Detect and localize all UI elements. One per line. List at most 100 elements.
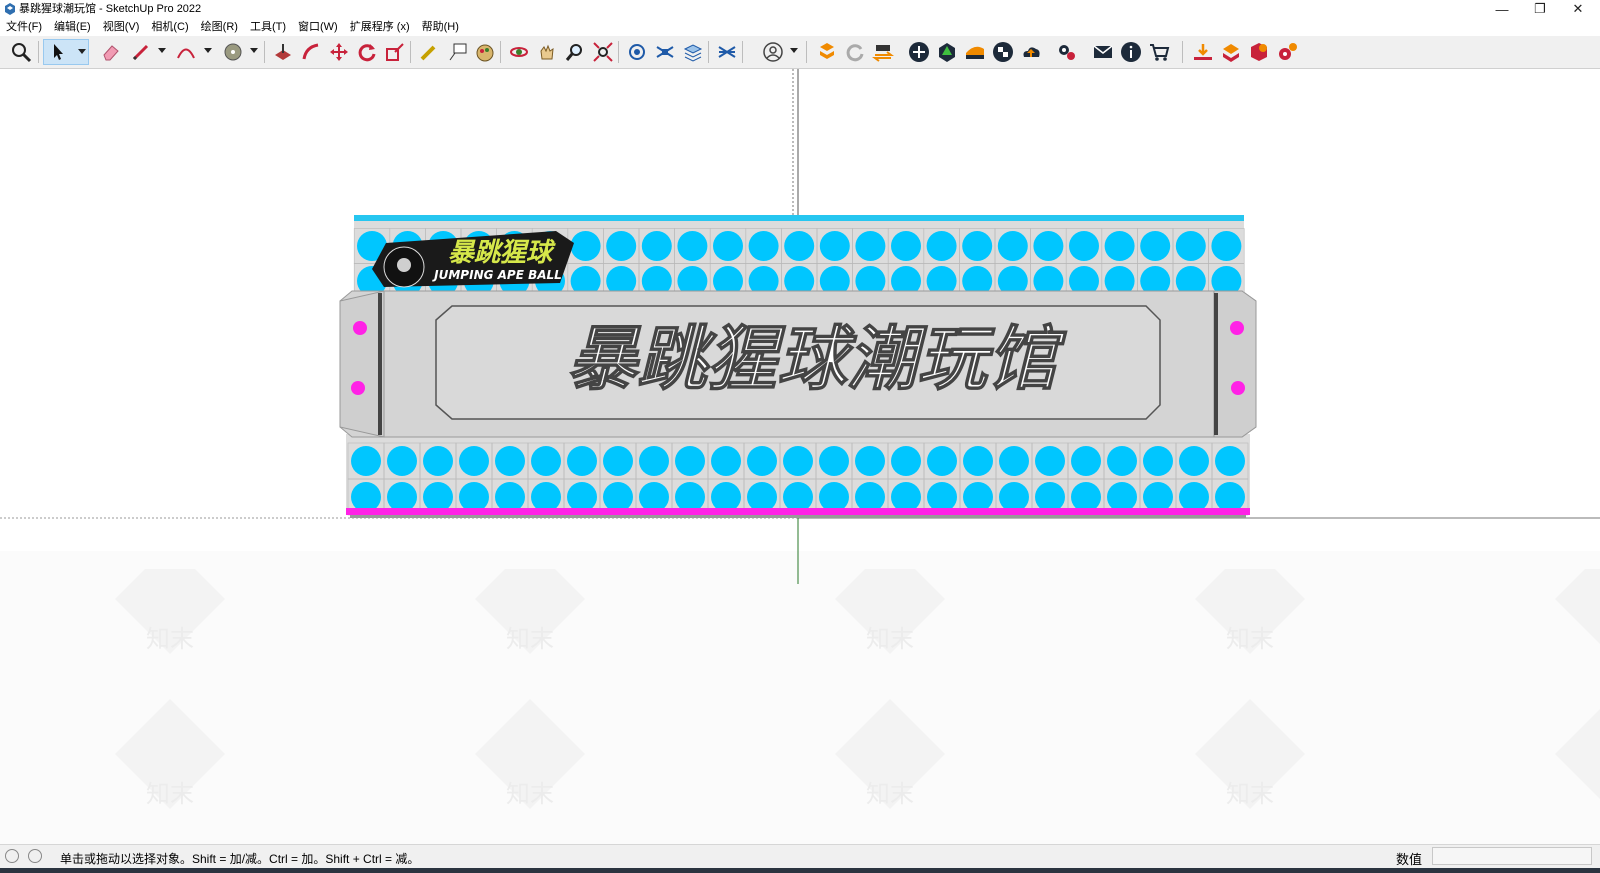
scene-canvas[interactable]: 知末 知末 知末 知末 知末 知末 知末 知末 暴跳猩球潮玩馆 暴跳猩球 JUM… bbox=[0, 69, 1600, 844]
refresh-button[interactable] bbox=[842, 39, 868, 65]
geo-location-icon[interactable] bbox=[5, 849, 19, 863]
plugin-button[interactable] bbox=[1246, 39, 1272, 65]
cyan-dot bbox=[531, 482, 561, 512]
minimize-button[interactable]: — bbox=[1484, 0, 1520, 18]
cyan-dot bbox=[1179, 482, 1209, 512]
profile-dropdown-icon[interactable] bbox=[790, 48, 798, 53]
cyan-dot bbox=[1069, 231, 1099, 261]
menu-edit[interactable]: 编辑(E) bbox=[48, 18, 97, 36]
mail-icon bbox=[1093, 45, 1113, 58]
zoom-extents-button[interactable] bbox=[590, 39, 616, 65]
model-viewport[interactable]: 知末 知末 知末 知末 知末 知末 知末 知末 暴跳猩球潮玩馆 暴跳猩球 JUM… bbox=[0, 69, 1600, 844]
menu-draw[interactable]: 绘图(R) bbox=[195, 18, 244, 36]
menu-view[interactable]: 视图(V) bbox=[97, 18, 146, 36]
cyan-dot bbox=[570, 231, 601, 261]
menu-help[interactable]: 帮助(H) bbox=[416, 18, 465, 36]
watermark-text: 知末 bbox=[146, 781, 194, 808]
arc-dropdown-icon[interactable] bbox=[204, 48, 212, 53]
scenes-icon bbox=[718, 46, 736, 58]
pencil-button[interactable] bbox=[128, 39, 154, 65]
cyan-dot bbox=[783, 446, 813, 476]
maximize-button[interactable]: ❐ bbox=[1522, 0, 1558, 18]
watermark-text: 知末 bbox=[146, 626, 194, 653]
outliner-button[interactable] bbox=[652, 39, 678, 65]
sketchup-logo-icon bbox=[5, 3, 15, 15]
styles-button[interactable] bbox=[680, 39, 706, 65]
move-button[interactable] bbox=[326, 39, 352, 65]
menu-extensions[interactable]: 扩展程序 (x) bbox=[344, 18, 416, 36]
menu-file[interactable]: 文件(F) bbox=[0, 18, 48, 36]
cyan-dot bbox=[711, 482, 741, 512]
toolbar-separator bbox=[618, 41, 619, 63]
scenes-button[interactable] bbox=[714, 39, 740, 65]
logo-title: 暴跳猩球 bbox=[448, 238, 556, 268]
profile-button[interactable] bbox=[760, 39, 786, 65]
add-button[interactable] bbox=[906, 39, 932, 65]
zoom-button[interactable] bbox=[8, 39, 34, 65]
cyan-dot bbox=[606, 231, 637, 261]
zoom-tool-button[interactable] bbox=[562, 39, 588, 65]
taskbar-strip bbox=[0, 868, 1600, 873]
signboard-model[interactable]: 暴跳猩球潮玩馆 暴跳猩球 JUMPING APE BALL bbox=[339, 215, 1257, 518]
right-upper-magenta-dot bbox=[1230, 321, 1244, 335]
info-status-icon[interactable] bbox=[28, 849, 42, 863]
cyan-dot bbox=[713, 231, 743, 261]
pencil-dropdown-icon[interactable] bbox=[158, 48, 166, 53]
settings-button[interactable] bbox=[1274, 39, 1300, 65]
scale-button[interactable] bbox=[382, 39, 408, 65]
gears-icon bbox=[1059, 45, 1075, 60]
pan-button[interactable] bbox=[534, 39, 560, 65]
tree-button[interactable] bbox=[934, 39, 960, 65]
cyan-dot bbox=[639, 446, 669, 476]
terrain-button[interactable] bbox=[962, 39, 988, 65]
arc-button[interactable] bbox=[173, 39, 199, 65]
paint-icon bbox=[476, 44, 494, 62]
cart-button[interactable] bbox=[1146, 39, 1172, 65]
toolbar-separator bbox=[1182, 41, 1183, 63]
eraser-button[interactable] bbox=[98, 39, 124, 65]
export-icon bbox=[1223, 44, 1239, 62]
close-button[interactable]: ✕ bbox=[1560, 0, 1596, 18]
paint-dropdown-icon[interactable] bbox=[250, 48, 258, 53]
text-icon bbox=[449, 43, 467, 61]
select-tool-button[interactable] bbox=[43, 39, 89, 65]
paint-button[interactable] bbox=[472, 39, 498, 65]
cyan-dot bbox=[1179, 446, 1209, 476]
refresh-icon bbox=[846, 44, 864, 62]
rotate-button[interactable] bbox=[354, 39, 380, 65]
cyan-dot bbox=[1071, 446, 1101, 476]
orbit-button[interactable] bbox=[506, 39, 532, 65]
sync-icon bbox=[872, 45, 894, 62]
cyan-dot bbox=[387, 446, 417, 476]
cyan-dot bbox=[819, 482, 849, 512]
cyan-dot bbox=[1215, 482, 1245, 512]
cyan-dot bbox=[855, 482, 885, 512]
menu-tools[interactable]: 工具(T) bbox=[244, 18, 292, 36]
gears-button[interactable] bbox=[1054, 39, 1080, 65]
follow-me-icon bbox=[302, 43, 319, 60]
paint-bucket-button[interactable] bbox=[220, 39, 246, 65]
measurements-input[interactable] bbox=[1432, 847, 1592, 865]
orbit-icon bbox=[510, 47, 528, 57]
cloud-upload-button[interactable] bbox=[1018, 39, 1044, 65]
cyan-dot bbox=[855, 446, 885, 476]
checker-button[interactable] bbox=[990, 39, 1016, 65]
left-end-cap bbox=[339, 290, 385, 438]
zoom-icon bbox=[12, 43, 32, 63]
menu-camera[interactable]: 相机(C) bbox=[145, 18, 194, 36]
tape-measure-button[interactable] bbox=[416, 39, 442, 65]
import-button[interactable] bbox=[1190, 39, 1216, 65]
text-button[interactable] bbox=[444, 39, 470, 65]
sync-button[interactable] bbox=[870, 39, 896, 65]
mail-button[interactable] bbox=[1090, 39, 1116, 65]
follow-me-button[interactable] bbox=[298, 39, 324, 65]
select-dropdown-icon[interactable] bbox=[78, 49, 86, 54]
menu-window[interactable]: 窗口(W) bbox=[292, 18, 344, 36]
warehouse-button[interactable] bbox=[814, 39, 840, 65]
layers-button[interactable] bbox=[624, 39, 650, 65]
status-hint: 单击或拖动以选择对象。Shift = 加/减。Ctrl = 加。Shift + … bbox=[60, 852, 420, 866]
cyan-dot bbox=[531, 446, 561, 476]
info-button[interactable] bbox=[1118, 39, 1144, 65]
push-pull-button[interactable] bbox=[270, 39, 296, 65]
export-button[interactable] bbox=[1218, 39, 1244, 65]
